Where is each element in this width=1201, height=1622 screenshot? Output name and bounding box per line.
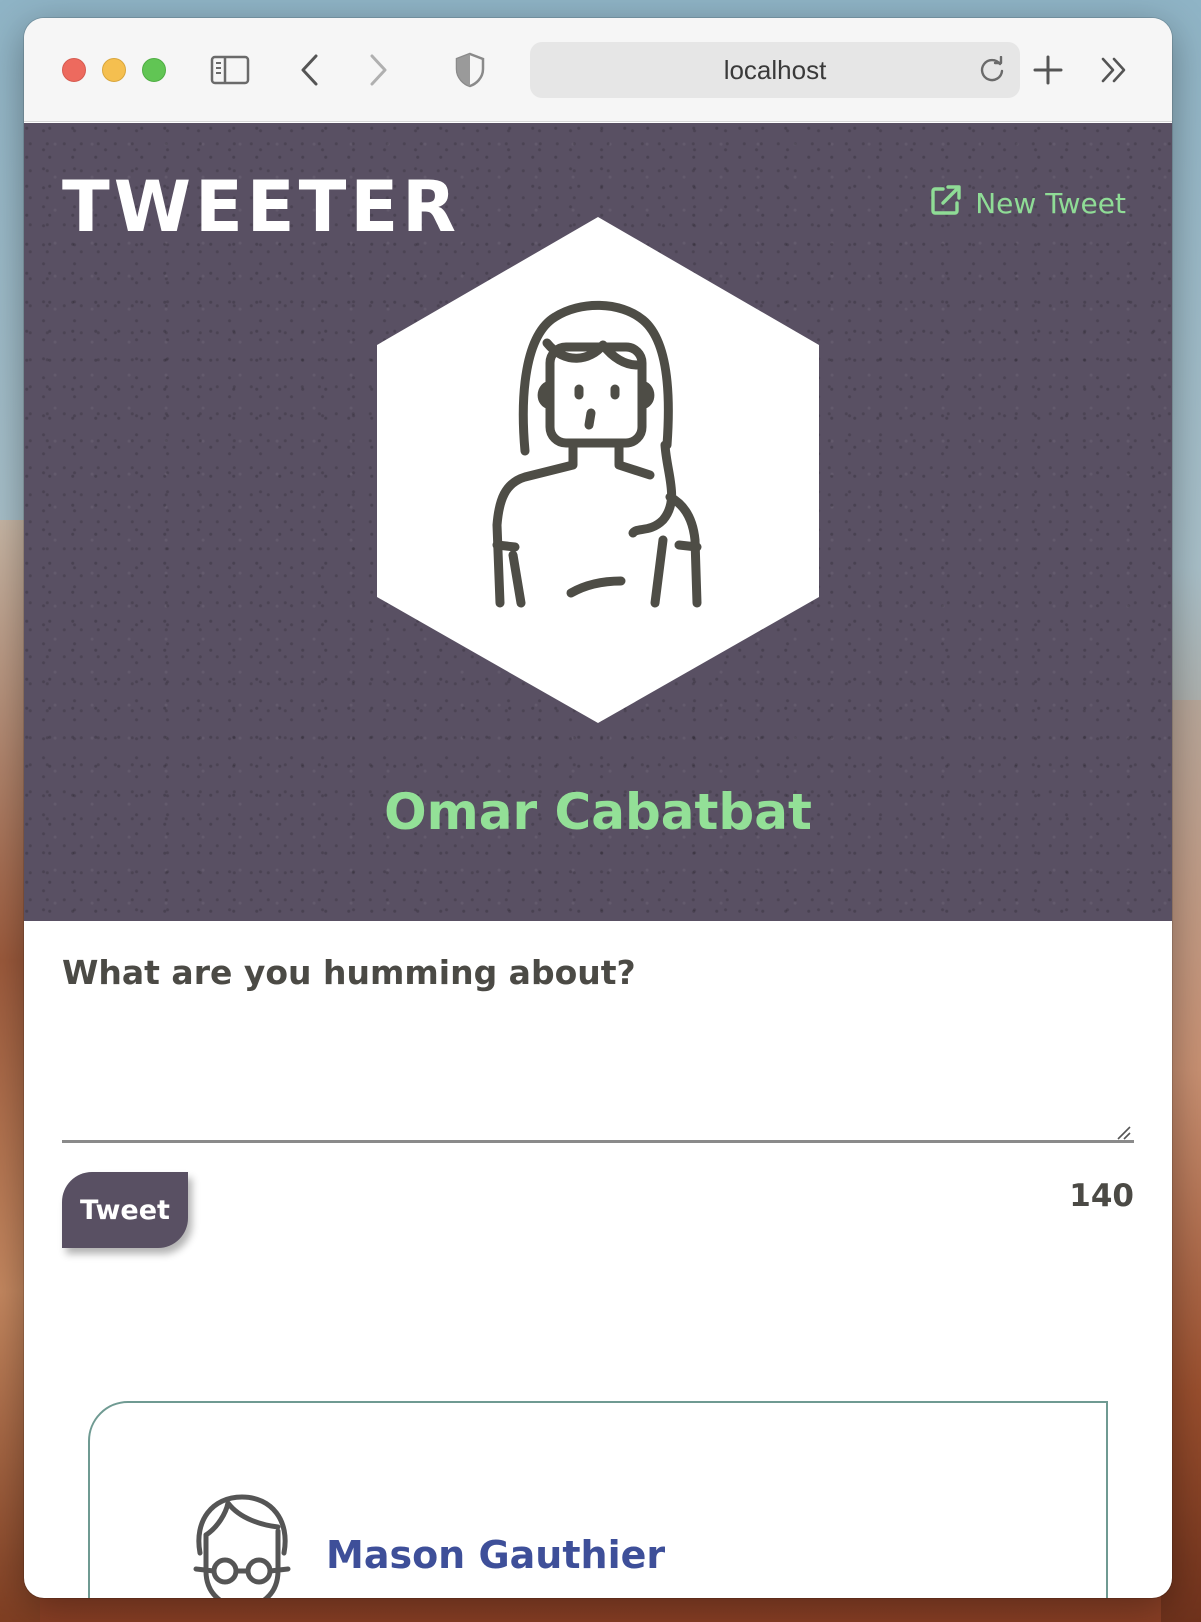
tweet-card: Mason Gauthier <box>88 1401 1108 1598</box>
address-bar[interactable]: localhost <box>530 42 1020 98</box>
chevron-right-icon[interactable] <box>358 50 398 90</box>
resize-handle-icon[interactable] <box>1116 1125 1132 1140</box>
profile-name: Omar Cabatbat <box>384 783 812 841</box>
reload-icon[interactable] <box>978 55 1006 84</box>
compose-prompt: What are you humming about? <box>62 953 636 992</box>
plus-icon[interactable] <box>1028 50 1068 90</box>
shield-icon[interactable] <box>450 50 490 90</box>
browser-window: localhost TWEETER New Tweet Omar Cabatba… <box>24 18 1172 1598</box>
close-window-button[interactable] <box>62 58 86 82</box>
tweet-author-avatar <box>182 1491 302 1598</box>
page-content: TWEETER New Tweet Omar Cabatbat What are… <box>24 123 1172 1598</box>
minimize-window-button[interactable] <box>102 58 126 82</box>
tweet-author-name[interactable]: Mason Gauthier <box>326 1533 665 1577</box>
compose-form: What are you humming about? Tweet 140 <box>62 953 1134 1248</box>
chevron-left-icon[interactable] <box>290 50 330 90</box>
new-tweet-label: New Tweet <box>975 186 1126 220</box>
character-counter: 140 <box>1069 1178 1134 1214</box>
address-url: localhost <box>723 54 827 85</box>
external-link-icon <box>929 183 963 224</box>
tweet-submit-button[interactable]: Tweet <box>62 1172 188 1248</box>
man-avatar-icon <box>193 1494 291 1598</box>
tweet-textarea[interactable] <box>62 1023 1134 1143</box>
zoom-window-button[interactable] <box>142 58 166 82</box>
double-chevron-right-icon[interactable] <box>1094 50 1134 90</box>
browser-toolbar: localhost <box>24 18 1172 122</box>
sidebar-icon[interactable] <box>210 50 250 90</box>
new-tweet-link[interactable]: New Tweet <box>929 183 1126 223</box>
profile-avatar <box>375 215 821 725</box>
profile-header: TWEETER New Tweet Omar Cabatbat <box>24 123 1172 921</box>
